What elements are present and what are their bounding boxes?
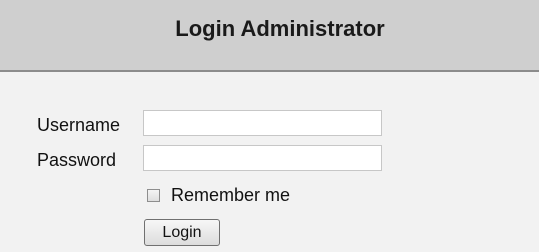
remember-me-label[interactable]: Remember me: [171, 185, 290, 206]
login-form: Username Password Remember me Login: [0, 72, 539, 252]
remember-me-row[interactable]: Remember me: [147, 185, 290, 205]
username-input[interactable]: [143, 110, 382, 136]
page-title: Login Administrator: [175, 16, 385, 41]
login-button[interactable]: Login: [144, 219, 220, 246]
password-input[interactable]: [143, 145, 382, 171]
password-label: Password: [37, 150, 117, 170]
username-label: Username: [37, 115, 121, 135]
login-header: Login Administrator: [0, 0, 539, 72]
remember-me-checkbox[interactable]: [147, 188, 160, 202]
